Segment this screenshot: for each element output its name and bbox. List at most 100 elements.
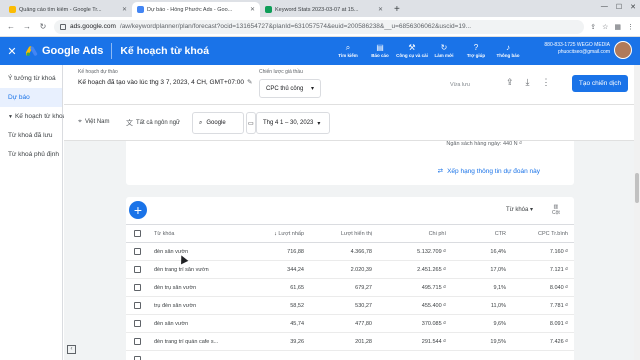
chevron-down-icon: ▾ bbox=[317, 120, 321, 127]
row-checkbox[interactable] bbox=[133, 320, 141, 327]
select-all-checkbox[interactable] bbox=[133, 230, 141, 237]
search-button[interactable]: ⌕ Tìm kiếm bbox=[332, 37, 364, 65]
date-range-select[interactable]: Thg 4 1 – 30, 2023 ▾ bbox=[256, 112, 330, 134]
table-row[interactable]: trụ đèn sân vườn 58,52 530,27 455.400 ₫ … bbox=[126, 296, 574, 315]
col-ctr[interactable]: CTR bbox=[452, 224, 512, 243]
col-keyword[interactable]: Từ khóa bbox=[148, 224, 248, 243]
download-icon[interactable]: ⤓ bbox=[526, 77, 530, 88]
table-row[interactable]: đèn trang trí quán cafe s... 39,26 201,2… bbox=[126, 332, 574, 351]
table-row[interactable]: đèn sân vườn 45,74 477,80 370.085 ₫ 9,6%… bbox=[126, 314, 574, 333]
language-filter[interactable]: 文 Tất cả ngôn ngữ bbox=[126, 118, 180, 128]
plan-actions: ⇪ ⤓ ⋮ bbox=[506, 77, 551, 88]
tools-settings-button[interactable]: ⚒ Công cụ và cài bbox=[396, 37, 428, 65]
url-input[interactable]: ads.google.com/aw/keywordplanner/plan/fo… bbox=[54, 19, 585, 34]
row-select-cell[interactable] bbox=[126, 296, 148, 315]
impressions-cell: 4.366,78 bbox=[310, 242, 378, 261]
sidebar-item-keyword-ideas[interactable]: Ý tưởng từ khoá bbox=[0, 69, 62, 88]
add-keyword-button[interactable]: + bbox=[129, 201, 147, 219]
collapse-sidebar-icon[interactable]: ‹ bbox=[67, 345, 76, 354]
back-icon[interactable]: ← bbox=[6, 22, 16, 31]
select-all-cell[interactable] bbox=[126, 224, 148, 243]
row-select-cell[interactable] bbox=[126, 314, 148, 333]
share-icon[interactable]: ⇪ bbox=[590, 23, 596, 31]
table-row[interactable]: đèn trụ sân vườn 61,65 679,27 495.715 ₫ … bbox=[126, 278, 574, 297]
col-clicks[interactable]: ↓ Lượt nhấp bbox=[248, 224, 310, 243]
col-avg-cpc[interactable]: CPC Tr.bình bbox=[512, 224, 574, 243]
avatar[interactable] bbox=[614, 41, 632, 59]
help-button[interactable]: ? Trợ giúp bbox=[460, 37, 492, 65]
network-filter[interactable]: ⌕ Google bbox=[192, 112, 244, 134]
close-window-icon[interactable]: ✕ bbox=[630, 3, 636, 11]
keyword-cell: đèn sân vườn bbox=[148, 314, 248, 333]
group-by-select[interactable]: Từ khóa ▾ bbox=[506, 206, 533, 213]
close-tab-icon[interactable]: ✕ bbox=[250, 6, 255, 13]
product-name: Google Ads bbox=[42, 45, 104, 57]
row-checkbox[interactable] bbox=[133, 284, 141, 291]
columns-label: Cột bbox=[552, 210, 560, 216]
new-tab-button[interactable]: + bbox=[388, 2, 406, 17]
browser-tab[interactable]: Keyword Stats 2023-03-07 at 15... ✕ bbox=[260, 2, 388, 17]
tool-label: Tìm kiếm bbox=[338, 53, 358, 58]
report-icon: ▤ bbox=[376, 43, 384, 52]
browser-tab-active[interactable]: Dự báo - Hồng Phước Ads - Goo... ✕ bbox=[132, 2, 260, 17]
maximize-icon[interactable]: ☐ bbox=[616, 3, 622, 11]
sidebar-item-saved-keywords[interactable]: Từ khoá đã lưu bbox=[0, 126, 62, 145]
columns-button[interactable]: ▥ Cột bbox=[552, 204, 560, 216]
header-divider bbox=[111, 43, 113, 59]
plan-name[interactable]: Kế hoạch đã tạo vào lúc thg 3 7, 2023, 4… bbox=[78, 78, 253, 86]
extensions-icon[interactable]: ▦ bbox=[614, 23, 621, 31]
notifications-button[interactable]: ♪ Thông báo bbox=[492, 37, 524, 65]
date-range-value: Thg 4 1 – 30, 2023 bbox=[263, 120, 314, 126]
col-impressions[interactable]: Lượt hiển thị bbox=[310, 224, 378, 243]
google-ads-logo[interactable]: Google Ads bbox=[26, 45, 103, 57]
menu-icon[interactable]: ⋮ bbox=[627, 23, 634, 31]
row-select-cell[interactable] bbox=[126, 242, 148, 261]
cost-cell: 2.451.265 ₫ bbox=[378, 260, 452, 279]
row-select-cell[interactable] bbox=[126, 350, 148, 360]
close-tab-icon[interactable]: ✕ bbox=[122, 6, 127, 13]
row-select-cell[interactable] bbox=[126, 278, 148, 297]
row-checkbox[interactable] bbox=[133, 248, 141, 255]
sidebar-item-forecast[interactable]: Dự báo bbox=[0, 88, 62, 107]
row-checkbox[interactable] bbox=[133, 266, 141, 273]
close-tab-icon[interactable]: ✕ bbox=[378, 6, 383, 13]
table-row[interactable] bbox=[126, 350, 574, 360]
share-icon[interactable]: ⇪ bbox=[506, 77, 514, 88]
calendar-button[interactable]: ▭ bbox=[246, 112, 256, 134]
scrollbar-thumb[interactable] bbox=[635, 173, 639, 203]
table-row[interactable]: đèn trang trí sân vườn 344,24 2.020,39 2… bbox=[126, 260, 574, 279]
row-checkbox[interactable] bbox=[133, 356, 141, 360]
table-row[interactable]: đèn sân vườn 716,88 4.366,78 5.132.709 ₫… bbox=[126, 242, 574, 261]
refresh-button[interactable]: ↻ Làm mới bbox=[428, 37, 460, 65]
row-select-cell[interactable] bbox=[126, 332, 148, 351]
row-checkbox[interactable] bbox=[133, 338, 141, 345]
pencil-icon[interactable]: ✎ bbox=[247, 79, 252, 86]
rank-forecast-link[interactable]: ⇄ Xếp hạng thông tin dự đoán này bbox=[438, 167, 540, 176]
row-select-cell[interactable] bbox=[126, 260, 148, 279]
browser-actions: ⇪ ☆ ▦ ⋮ bbox=[590, 23, 634, 31]
group-by-value: Từ khóa bbox=[506, 207, 529, 213]
row-checkbox[interactable] bbox=[133, 302, 141, 309]
sidebar-item-keyword-plan[interactable]: ▼ Kế hoạch từ khoá bbox=[0, 107, 66, 126]
minimize-icon[interactable]: — bbox=[601, 3, 608, 11]
col-cost[interactable]: Chi phí bbox=[378, 224, 452, 243]
reports-button[interactable]: ▤ Báo cáo bbox=[364, 37, 396, 65]
page-scrollbar[interactable] bbox=[634, 65, 640, 360]
header-toolbar: ⌕ Tìm kiếm ▤ Báo cáo ⚒ Công cụ và cài ↻ … bbox=[332, 37, 524, 65]
create-campaign-button[interactable]: Tạo chiến dịch bbox=[572, 75, 628, 92]
browser-tab[interactable]: Quảng cáo tìm kiếm - Google Tr... ✕ bbox=[4, 2, 132, 17]
window-controls: — ☐ ✕ bbox=[601, 3, 636, 11]
tool-label: Báo cáo bbox=[371, 53, 389, 58]
account-info[interactable]: 880-833-1725 WEGO MEDIA phuocitseo@gmail… bbox=[536, 42, 610, 56]
close-icon[interactable]: ✕ bbox=[0, 45, 24, 58]
bid-strategy-select[interactable]: CPC thủ công ▾ bbox=[259, 79, 321, 98]
tools-icon: ⚒ bbox=[408, 43, 416, 52]
forward-icon[interactable]: → bbox=[22, 22, 32, 31]
lock-icon bbox=[60, 23, 66, 30]
star-icon[interactable]: ☆ bbox=[602, 23, 608, 31]
more-vert-icon[interactable]: ⋮ bbox=[542, 77, 551, 88]
reload-icon[interactable]: ↻ bbox=[38, 22, 48, 31]
sidebar-item-negative-keywords[interactable]: Từ khoá phủ định bbox=[0, 145, 62, 164]
location-filter[interactable]: ⌖ Việt Nam bbox=[78, 118, 110, 126]
impressions-cell: 201,28 bbox=[310, 332, 378, 351]
